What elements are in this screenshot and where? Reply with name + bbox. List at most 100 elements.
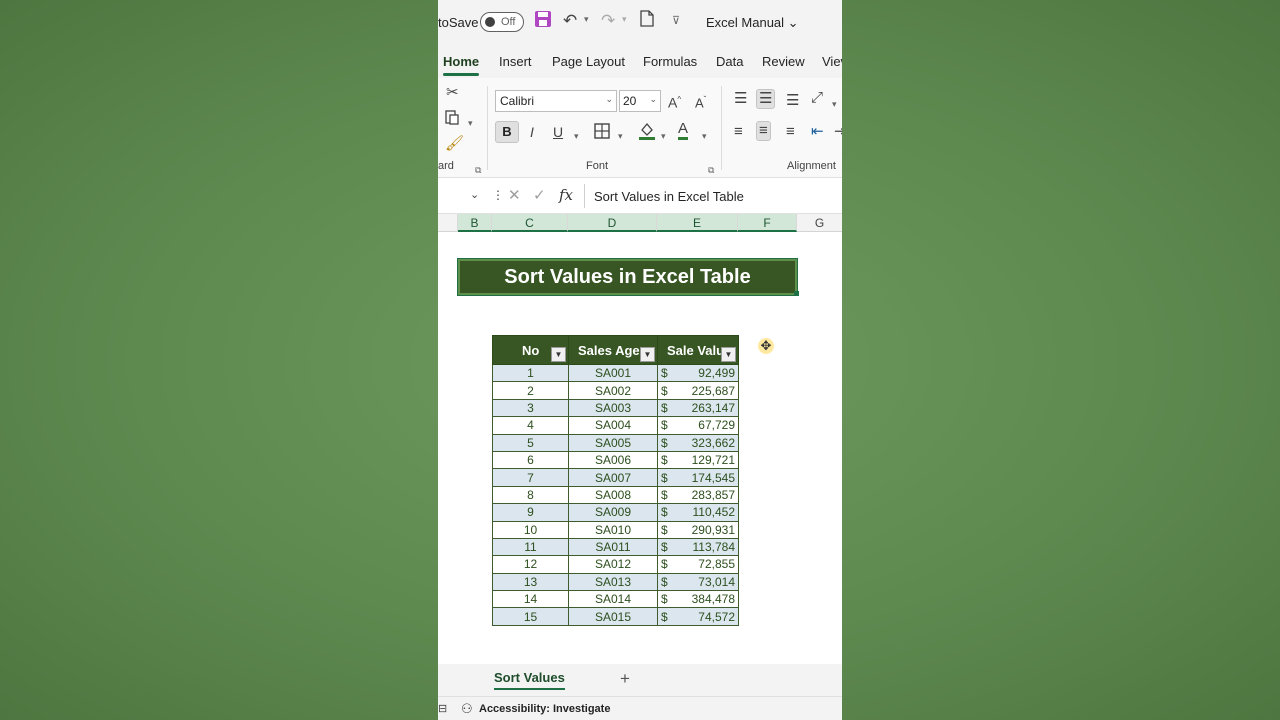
paste-dropdown-icon[interactable]: ▾ xyxy=(468,114,473,132)
formula-input[interactable]: Sort Values in Excel Table xyxy=(594,189,744,204)
cell-no[interactable]: 2 xyxy=(492,381,569,400)
cell-no[interactable]: 1 xyxy=(492,363,569,383)
align-center-icon[interactable]: ≡ xyxy=(756,121,771,141)
enter-icon[interactable]: ✓ xyxy=(533,186,546,204)
align-right-icon[interactable]: ≡ xyxy=(786,123,795,141)
cell-value[interactable]: $72,855 xyxy=(657,555,739,574)
cut-icon[interactable]: ✂ xyxy=(446,84,459,102)
cell-no[interactable]: 9 xyxy=(492,503,569,522)
orientation-icon[interactable]: ⤢ xyxy=(811,89,823,107)
cell-no[interactable]: 4 xyxy=(492,416,569,435)
column-header-b[interactable]: B xyxy=(458,214,492,232)
column-header-f[interactable]: F xyxy=(738,214,797,232)
bold-button[interactable]: B xyxy=(495,121,519,143)
align-top-icon[interactable]: ☰ xyxy=(734,90,747,108)
cell-value[interactable]: $92,499 xyxy=(657,363,739,383)
sheet-tab-sort-values[interactable]: Sort Values xyxy=(494,670,565,690)
new-file-icon[interactable] xyxy=(640,10,654,33)
cell-value[interactable]: $283,857 xyxy=(657,485,739,505)
format-painter-icon[interactable]: 🖌 xyxy=(445,135,464,153)
cell-agent[interactable]: SA001 xyxy=(568,363,658,383)
insert-function-icon[interactable]: fx xyxy=(559,186,573,204)
column-header-g[interactable]: G xyxy=(797,214,842,232)
cell-agent[interactable]: SA007 xyxy=(568,468,658,487)
tab-data[interactable]: Data xyxy=(716,54,743,69)
column-header-e[interactable]: E xyxy=(657,214,738,232)
cell-value[interactable]: $290,931 xyxy=(657,520,739,539)
fill-handle[interactable] xyxy=(794,291,799,296)
font-color-icon[interactable]: A xyxy=(678,121,689,140)
cell-agent[interactable]: SA005 xyxy=(568,433,658,452)
tab-page-layout[interactable]: Page Layout xyxy=(552,54,625,69)
cell-no[interactable]: 14 xyxy=(492,590,569,609)
font-color-dropdown-icon[interactable]: ▾ xyxy=(702,127,707,145)
cell-agent[interactable]: SA014 xyxy=(568,590,658,609)
filter-dropdown-icon[interactable]: ▼ xyxy=(551,347,566,362)
decrease-indent-icon[interactable]: ⇤ xyxy=(811,123,824,141)
font-launcher-icon[interactable]: ⧉ xyxy=(708,161,714,179)
cell-agent[interactable]: SA011 xyxy=(568,537,658,557)
cell-no[interactable]: 13 xyxy=(492,572,569,592)
add-sheet-button[interactable]: + xyxy=(620,669,630,689)
accessibility-icon[interactable]: ⚇ xyxy=(461,701,473,717)
cell-agent[interactable]: SA004 xyxy=(568,416,658,435)
filter-dropdown-icon[interactable]: ▼ xyxy=(640,347,655,362)
cell-no[interactable]: 15 xyxy=(492,607,569,626)
borders-icon[interactable] xyxy=(594,123,610,144)
cell-value[interactable]: $74,572 xyxy=(657,607,739,626)
cell-no[interactable]: 11 xyxy=(492,537,569,557)
cell-no[interactable]: 3 xyxy=(492,398,569,418)
cell-agent[interactable]: SA002 xyxy=(568,381,658,400)
cell-value[interactable]: $67,729 xyxy=(657,416,739,435)
align-bottom-icon[interactable]: ☰ xyxy=(786,92,799,110)
cell-agent[interactable]: SA009 xyxy=(568,503,658,522)
undo-dropdown-icon[interactable]: ▾ xyxy=(584,14,589,25)
cell-agent[interactable]: SA006 xyxy=(568,450,658,470)
cell-value[interactable]: $263,147 xyxy=(657,398,739,418)
borders-dropdown-icon[interactable]: ▾ xyxy=(618,127,623,145)
cell-no[interactable]: 12 xyxy=(492,555,569,574)
paste-icon[interactable] xyxy=(444,109,460,130)
align-middle-icon[interactable]: ☰ xyxy=(756,89,776,109)
cell-agent[interactable]: SA008 xyxy=(568,485,658,505)
autosave-toggle[interactable]: Off xyxy=(480,12,524,32)
tab-review[interactable]: Review xyxy=(762,54,805,69)
cell-agent[interactable]: SA010 xyxy=(568,520,658,539)
align-left-icon[interactable]: ≡ xyxy=(734,123,743,141)
increase-font-size-icon[interactable]: A^ xyxy=(668,91,681,112)
header-sale-value[interactable]: Sale Valu ▼ xyxy=(657,335,739,365)
cell-value[interactable]: $174,545 xyxy=(657,468,739,487)
orientation-dropdown-icon[interactable]: ▾ xyxy=(832,95,837,113)
cell-no[interactable]: 7 xyxy=(492,468,569,487)
column-header-c[interactable]: C xyxy=(492,214,568,232)
sheet-view-icon[interactable]: ⊟ xyxy=(438,702,447,715)
cell-no[interactable]: 10 xyxy=(492,520,569,539)
increase-indent-icon[interactable]: ⇥ xyxy=(834,123,842,141)
name-box-dropdown-icon[interactable]: ⌄ xyxy=(470,188,479,201)
save-icon[interactable] xyxy=(534,10,552,34)
redo-icon[interactable]: ↷ xyxy=(601,10,615,32)
undo-icon[interactable]: ↶ xyxy=(563,10,577,32)
tab-insert[interactable]: Insert xyxy=(499,54,532,69)
tab-formulas[interactable]: Formulas xyxy=(643,54,697,69)
cell-no[interactable]: 5 xyxy=(492,433,569,452)
header-no[interactable]: No ▼ xyxy=(492,335,569,365)
cell-agent[interactable]: SA003 xyxy=(568,398,658,418)
cell-value[interactable]: $384,478 xyxy=(657,590,739,609)
cell-no[interactable]: 8 xyxy=(492,485,569,505)
italic-button[interactable]: I xyxy=(530,123,534,141)
fill-color-icon[interactable] xyxy=(638,121,656,146)
fill-color-dropdown-icon[interactable]: ▾ xyxy=(661,127,666,145)
accessibility-status[interactable]: Accessibility: Investigate xyxy=(479,703,610,715)
decrease-font-size-icon[interactable]: Aˇ xyxy=(695,91,706,112)
cell-agent[interactable]: SA012 xyxy=(568,555,658,574)
column-header-d[interactable]: D xyxy=(568,214,657,232)
cell-value[interactable]: $129,721 xyxy=(657,450,739,470)
redo-dropdown-icon[interactable]: ▾ xyxy=(622,14,627,25)
cell-value[interactable]: $73,014 xyxy=(657,572,739,592)
cell-agent[interactable]: SA015 xyxy=(568,607,658,626)
filter-dropdown-icon[interactable]: ▼ xyxy=(721,347,736,362)
header-sales-agent[interactable]: Sales Agen ▼ xyxy=(568,335,658,365)
tab-home[interactable]: Home xyxy=(443,54,480,76)
sheet-title-banner[interactable]: Sort Values in Excel Table xyxy=(457,258,798,296)
